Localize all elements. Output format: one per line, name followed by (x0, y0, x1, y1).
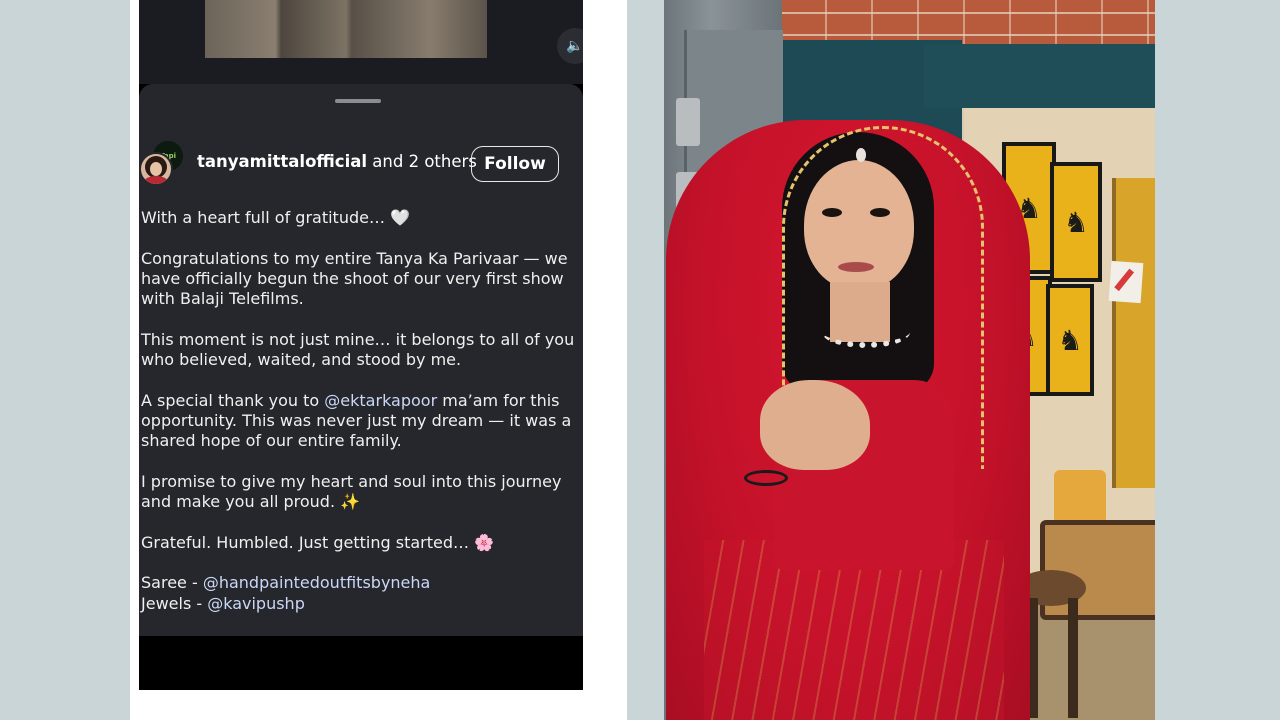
mention-link[interactable]: @kavipushp (207, 594, 305, 613)
post-header: tanyamittalofficial and 2 others (197, 152, 477, 171)
drag-handle[interactable] (335, 99, 381, 103)
teal-lintel (924, 44, 1155, 108)
eye (822, 208, 842, 217)
lips (838, 262, 874, 272)
volume-icon[interactable]: 🔈 (557, 28, 583, 64)
video-preview[interactable]: 🔈 (139, 0, 583, 84)
wall-sign (1108, 260, 1144, 304)
necklace (822, 316, 910, 348)
horse-painting: ♞ (1050, 162, 1102, 282)
caption-paragraph: Grateful. Humbled. Just getting started…… (141, 532, 495, 552)
credit-label: Saree - (141, 573, 203, 593)
maang-tikka (856, 148, 866, 162)
horse-painting: ♞ (1046, 284, 1094, 396)
caption-paragraph: Congratulations to my entire Tanya Ka Pa… (141, 248, 568, 309)
video-thumbnail (205, 0, 487, 58)
actress-photo: ♞ ♞ ♞ ♞ (664, 0, 1155, 720)
caption-sheet: Tapi tanyamittalofficial and 2 others Fo… (139, 84, 583, 636)
mention-link[interactable]: @handpaintedoutfitsbyneha (203, 573, 431, 592)
credit-label: Jewels - (141, 593, 208, 613)
coauthors-text[interactable]: and 2 others (372, 152, 477, 171)
post-caption: With a heart full of gratitude… 🤍 Congra… (141, 208, 583, 614)
caption-paragraph: This moment is not just mine… it belongs… (141, 329, 575, 370)
black-bangle (744, 470, 788, 486)
yellow-doorway (1112, 178, 1155, 488)
thanks-text: A special thank you to (141, 390, 325, 410)
caption-credits: Saree - @handpaintedoutfitsbyneha Jewels … (141, 573, 583, 614)
caption-thanks: A special thank you to @ektarkapoor ma’a… (141, 391, 583, 452)
mention-link[interactable]: @ektarkapoor (324, 391, 437, 410)
clasped-hands (760, 380, 870, 470)
instagram-post-screen: 🔈 Tapi tanyamittalofficial and 2 others … (139, 0, 583, 690)
caption-line: With a heart full of gratitude… 🤍 (141, 208, 410, 227)
author-avatar[interactable] (139, 152, 173, 186)
caption-paragraph: I promise to give my heart and soul into… (141, 471, 562, 512)
follow-button[interactable]: Follow (471, 146, 559, 182)
eye (870, 208, 890, 217)
author-username[interactable]: tanyamittalofficial (197, 152, 367, 171)
